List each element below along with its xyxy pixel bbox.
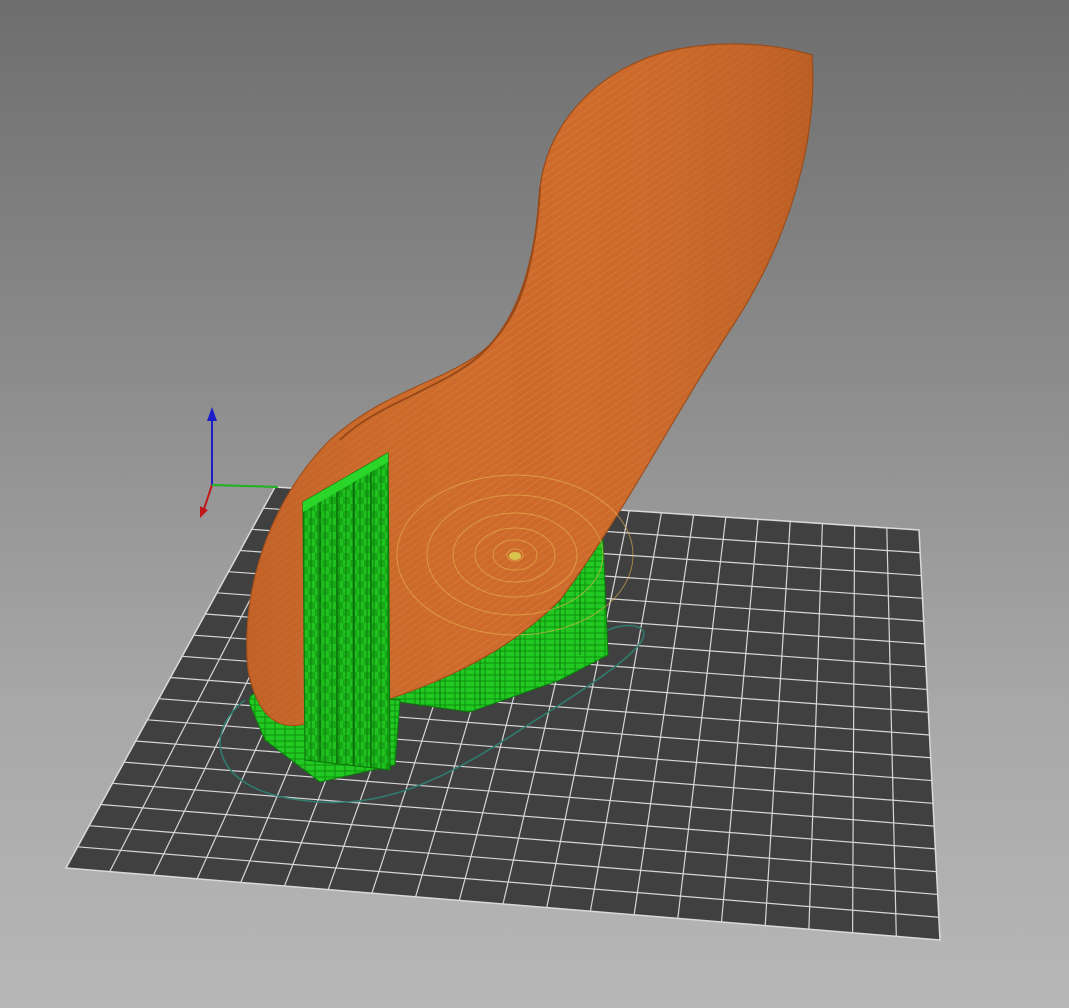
support-tower-left (302, 451, 391, 771)
z-axis-arrow (207, 407, 217, 421)
3d-viewport[interactable] (0, 0, 1069, 1008)
shell-center-spot (509, 552, 521, 560)
x-axis (202, 484, 213, 513)
y-axis (211, 484, 279, 488)
